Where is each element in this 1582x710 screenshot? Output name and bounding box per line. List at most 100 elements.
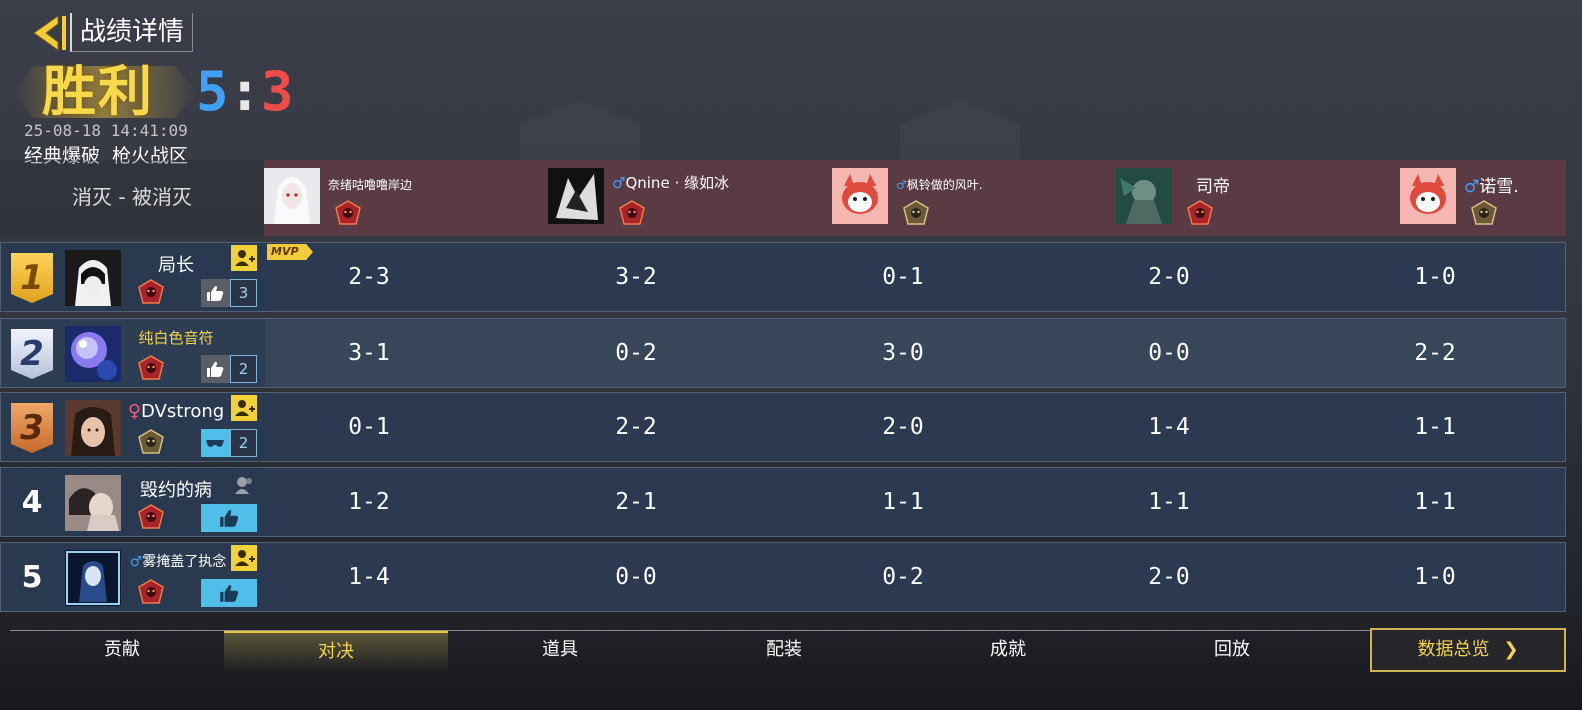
table-row[interactable]: 5 ♂雾掩盖了执念 1-4 0-0 0-2 2-0 1-0 (0, 542, 1566, 612)
match-score: 5:3 (196, 60, 294, 124)
result-cell: 1-1 (1148, 489, 1190, 515)
table-row[interactable]: 1 局长 3 2-3 3-2 0-1 2-0 1-0 (0, 242, 1566, 312)
result-cell: 0-1 (348, 414, 390, 440)
opponent-name: 诺雪. (1479, 177, 1519, 197)
rank-badge-icon (137, 579, 165, 605)
avatar (548, 168, 604, 224)
score-blue: 5 (196, 60, 229, 123)
opponent-4[interactable]: 司帝 (1116, 168, 1376, 230)
avatar (65, 475, 121, 531)
rank-badge-icon (137, 355, 165, 381)
background-decoration (520, 100, 640, 160)
player-name: ♂雾掩盖了执念 (129, 554, 227, 570)
gender-female-icon: ♀ (127, 401, 142, 422)
like-button[interactable]: 2 (201, 355, 257, 383)
result-cell: 2-2 (1414, 340, 1456, 366)
result-cell: 2-0 (882, 414, 924, 440)
player-name: 毁约的病 (140, 480, 212, 501)
avatar (65, 400, 121, 456)
opponent-name: 司帝 (1196, 177, 1230, 197)
like-count: 3 (229, 279, 257, 307)
player-info: 2 纯白色音符 2 (1, 319, 265, 387)
result-cell: 2-2 (615, 414, 657, 440)
back-arrow-icon (33, 15, 66, 51)
avatar (832, 168, 888, 224)
match-timestamp: 25-08-18 14:41:09 (24, 121, 188, 140)
table-row[interactable]: 3 ♀DVstrong 2 0-1 2-2 2-0 1-4 1-1 (0, 392, 1566, 462)
gender-male-icon: ♂ (1464, 177, 1480, 197)
opponent-name: 奈绪咕噜噜岸边 (328, 178, 413, 192)
result-cell: 1-2 (348, 489, 390, 515)
add-friend-button[interactable] (231, 245, 257, 271)
opponent-1[interactable]: 奈绪咕噜噜岸边 (264, 168, 524, 230)
back-button[interactable] (30, 14, 70, 52)
rank-badge-icon (137, 504, 165, 530)
page-title: 战绩详情 (70, 13, 194, 52)
rank-badge-icon (334, 200, 362, 226)
data-overview-button[interactable]: 数据总览 ❯ (1370, 628, 1566, 672)
result-cell: 1-1 (1414, 414, 1456, 440)
result-cell: 1-0 (1414, 264, 1456, 290)
opponent-3[interactable]: ♂枫铃做的风叶. (832, 168, 1092, 230)
result-cell: 1-4 (348, 564, 390, 590)
avatar (65, 250, 121, 306)
like-button[interactable]: 2 (201, 429, 257, 457)
add-friend-icon (235, 250, 255, 266)
like-button[interactable] (201, 504, 257, 532)
chevron-right-icon: ❯ (1503, 639, 1519, 660)
axis-label: 消灭 - 被消灭 (0, 160, 264, 236)
add-friend-button[interactable] (231, 545, 257, 571)
place-badge: 4 (21, 485, 43, 520)
table-row[interactable]: 4 毁约的病 1-2 2-1 1-1 1-1 1-1 (0, 467, 1566, 537)
sunglasses-icon (206, 440, 225, 447)
friend-status-icon (233, 474, 255, 496)
add-friend-icon (235, 400, 255, 416)
thumbs-up-icon (220, 585, 239, 602)
thumbs-up-icon (220, 510, 239, 527)
background-decoration (900, 100, 1020, 160)
table-row[interactable]: 2 纯白色音符 2 3-1 0-2 3-0 0-0 2-2 (0, 318, 1566, 388)
tab-replay[interactable]: 回放 (1120, 631, 1344, 671)
opponent-5[interactable]: ♂诺雪. (1400, 168, 1582, 230)
avatar (65, 326, 121, 382)
add-friend-button[interactable] (231, 395, 257, 421)
place-badge: 1 (11, 253, 53, 303)
result-cell: 1-4 (1148, 414, 1190, 440)
avatar (65, 550, 121, 606)
score-separator: : (228, 60, 262, 123)
result-cell: 3-0 (882, 340, 924, 366)
score-red: 3 (261, 60, 294, 123)
thumbs-up-icon (207, 285, 224, 301)
like-button[interactable]: 3 (201, 279, 257, 307)
opponent-2[interactable]: ♂Qnine · 缘如冰 (548, 168, 808, 230)
place-badge: 3 (11, 403, 53, 453)
gender-male-icon: ♂ (896, 178, 907, 192)
result-cell: 1-0 (1414, 564, 1456, 590)
match-result: 胜利 (12, 60, 197, 124)
tab-bar: 贡献 对决 道具 配装 成就 回放 (10, 630, 1370, 673)
result-cell: 0-1 (882, 264, 924, 290)
thumbs-up-icon (207, 361, 224, 377)
player-name: 纯白色音符 (138, 329, 214, 347)
result-cell: 3-2 (615, 264, 657, 290)
tab-contribution[interactable]: 贡献 (10, 631, 234, 671)
result-cell: 3-1 (348, 340, 390, 366)
result-cell: 0-2 (615, 340, 657, 366)
result-cell: 0-2 (882, 564, 924, 590)
like-count: 2 (229, 355, 257, 383)
result-cell: 2-0 (1148, 264, 1190, 290)
player-info: 1 局长 3 (1, 243, 265, 311)
place-badge: 5 (21, 560, 43, 595)
tab-items[interactable]: 道具 (448, 631, 672, 671)
rank-badge-icon (902, 200, 930, 226)
like-button[interactable] (201, 579, 257, 607)
result-cell: 2-3 (348, 264, 390, 290)
result-label: 胜利 (42, 60, 154, 123)
avatar (1400, 168, 1456, 224)
tab-achievements[interactable]: 成就 (896, 631, 1120, 671)
tab-duel[interactable]: 对决 (224, 631, 448, 673)
tab-loadout[interactable]: 配装 (672, 631, 896, 671)
player-name: 局长 (158, 255, 194, 276)
rank-badge-icon (137, 429, 165, 455)
player-info: 4 毁约的病 (1, 468, 265, 536)
